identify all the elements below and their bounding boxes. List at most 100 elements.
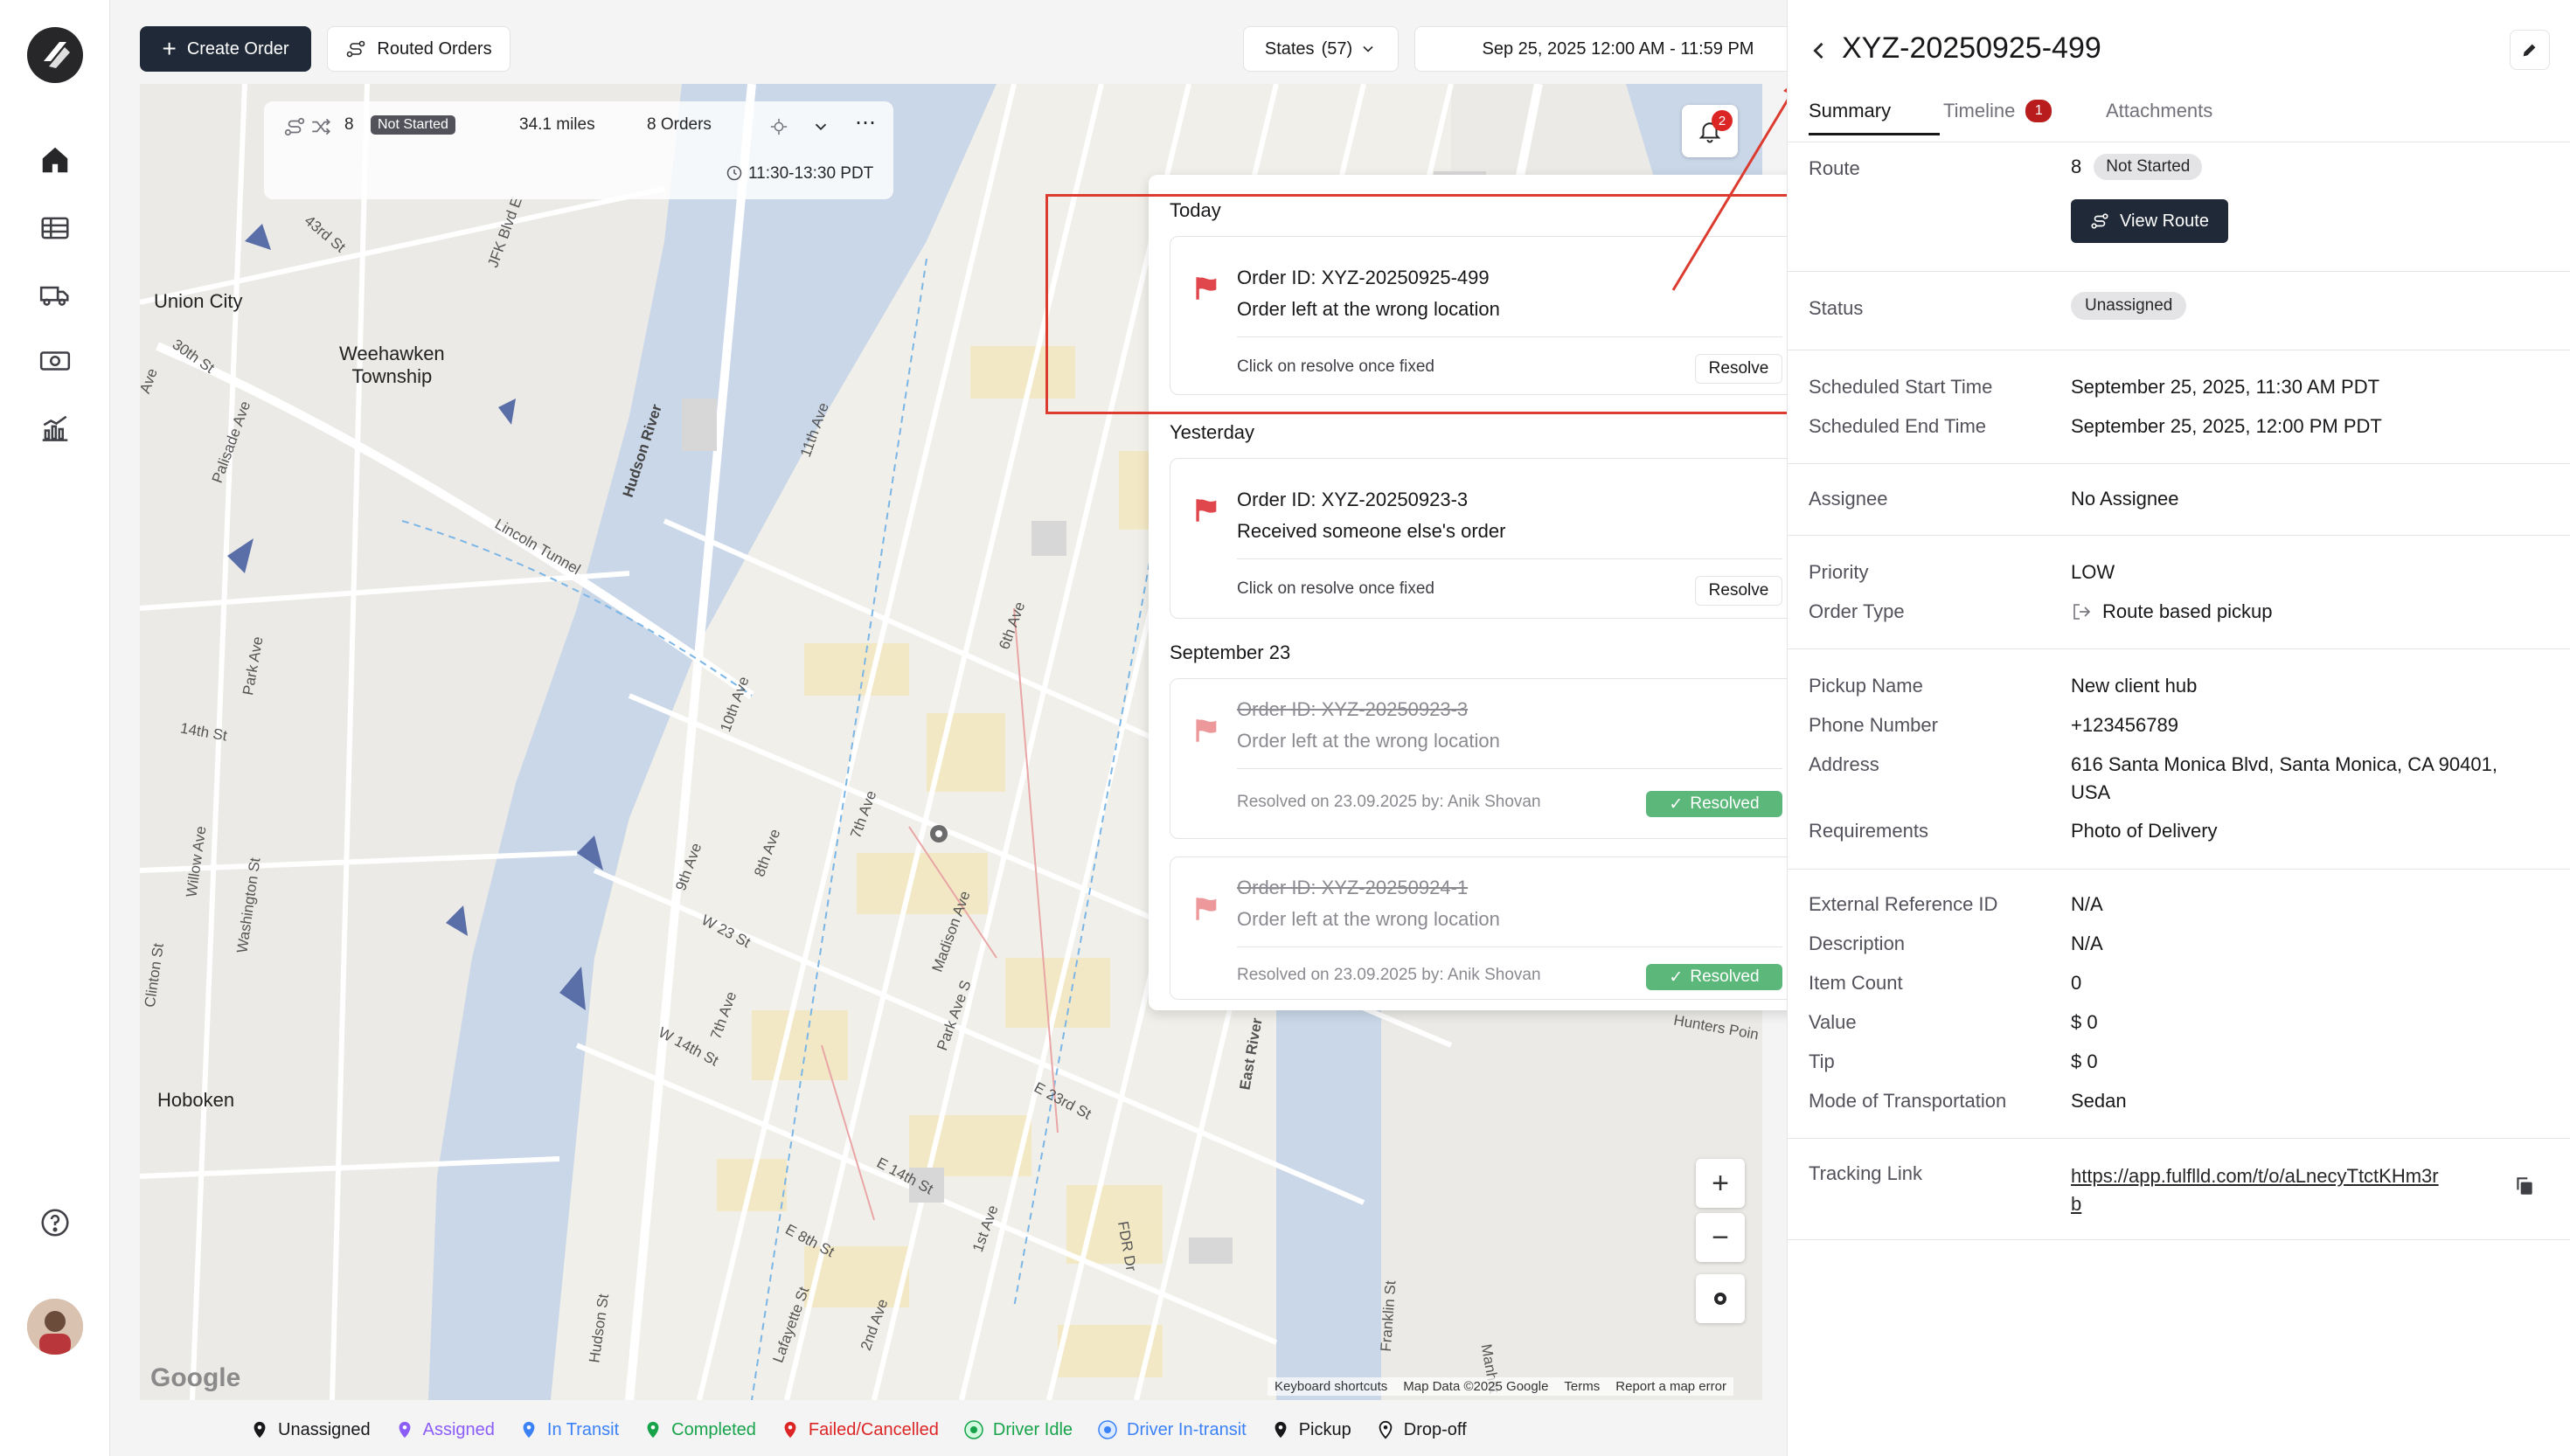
order-title: XYZ-20250925-499	[1842, 31, 2101, 65]
date-range-value: Sep 25, 2025 12:00 AM - 11:59 PM	[1482, 38, 1754, 59]
notification-resolved-info: Resolved on 23.09.2025 by: Anik Shovan	[1237, 793, 1541, 811]
pin-icon	[254, 1421, 266, 1439]
route-icon	[347, 40, 365, 58]
notifications-count-badge: 2	[1712, 110, 1733, 131]
route-number: 8	[2071, 156, 2082, 177]
view-route-button[interactable]: View Route	[2071, 199, 2228, 243]
pickup-name-label: Pickup Name	[1809, 675, 1923, 697]
notification-order-id[interactable]: Order ID: XYZ-20250924-1	[1237, 877, 1468, 899]
resolved-label: Resolved	[1690, 794, 1760, 813]
order-type-value: Route based pickup	[2071, 600, 2272, 623]
map-attribution: Keyboard shortcuts Map Data ©2025 Google…	[1268, 1377, 1733, 1396]
locate-icon[interactable]	[769, 117, 788, 136]
app-logo-icon[interactable]	[26, 26, 84, 84]
chevron-left-icon	[1813, 42, 1823, 59]
pickup-arrow-icon	[2073, 604, 2091, 620]
map-label-weehawken: Weehawken Township	[339, 343, 445, 388]
notification-hint: Click on resolve once fixed	[1237, 579, 1434, 598]
money-icon[interactable]	[33, 339, 77, 383]
flag-icon	[1196, 898, 1217, 920]
tab-summary[interactable]: Summary	[1809, 100, 1940, 135]
states-dropdown[interactable]: States (57)	[1243, 26, 1399, 72]
scheduled-start-label: Scheduled Start Time	[1809, 376, 1993, 398]
table-icon[interactable]	[33, 206, 77, 250]
back-button[interactable]	[1805, 35, 1833, 66]
help-icon[interactable]	[33, 1201, 77, 1245]
resolve-button[interactable]: Resolve	[1695, 576, 1782, 606]
more-options-icon[interactable]: ⋯	[855, 110, 876, 135]
analytics-icon[interactable]	[33, 407, 77, 451]
check-icon: ✓	[1669, 794, 1684, 814]
user-avatar[interactable]	[27, 1299, 83, 1355]
route-icon	[284, 117, 305, 136]
notification-message: Order left at the wrong location	[1237, 908, 1500, 930]
transport-mode-label: Mode of Transportation	[1809, 1090, 2007, 1112]
item-count-value: 0	[2071, 972, 2082, 994]
routed-orders-button[interactable]: Routed Orders	[327, 26, 511, 72]
notifications-bell-button[interactable]: 2	[1682, 105, 1738, 157]
legend-item: Failed/Cancelled	[781, 1420, 939, 1440]
route-summary-card[interactable]: 8 Not Started 34.1 miles 8 Orders ⋯ 11:3…	[264, 101, 893, 199]
map-area: + Create Order Routed Orders States (57)…	[110, 0, 1857, 1456]
create-order-button[interactable]: + Create Order	[140, 26, 311, 72]
tracking-link[interactable]: https://app.fulflld.com/t/o/aLnecyTtctKH…	[2071, 1162, 2439, 1218]
notification-card-resolved[interactable]: Order ID: XYZ-20250923-3 Order left at t…	[1170, 678, 1804, 839]
notification-card-resolved[interactable]: Order ID: XYZ-20250924-1 Order left at t…	[1170, 856, 1804, 1000]
tab-attachments[interactable]: Attachments	[2106, 100, 2212, 122]
transport-mode-value: Sedan	[2071, 1090, 2127, 1112]
states-label: States	[1264, 38, 1315, 59]
attribution-report-error[interactable]: Report a map error	[1615, 1379, 1726, 1394]
notification-order-id[interactable]: Order ID: XYZ-20250923-3	[1237, 489, 1468, 511]
notification-order-id[interactable]: Order ID: XYZ-20250923-3	[1237, 698, 1468, 721]
resolved-badge: ✓ Resolved	[1646, 791, 1782, 817]
address-line-2: USA	[2071, 781, 2111, 803]
attribution-keyboard-shortcuts[interactable]: Keyboard shortcuts	[1275, 1379, 1387, 1394]
map-pin	[930, 825, 948, 842]
legend-label: Failed/Cancelled	[808, 1419, 939, 1439]
notification-message: Received someone else's order	[1237, 520, 1506, 542]
legend-item: Driver In-transit	[1097, 1419, 1247, 1440]
tab-timeline[interactable]: Timeline 1	[1943, 100, 2053, 122]
attribution-terms[interactable]: Terms	[1564, 1379, 1600, 1394]
chevron-down-icon[interactable]	[811, 117, 830, 136]
order-type-text: Route based pickup	[2102, 600, 2273, 622]
copy-icon	[2517, 1177, 2532, 1195]
home-icon[interactable]	[33, 138, 77, 182]
pin-icon	[523, 1421, 535, 1439]
value-amount: $ 0	[2071, 1011, 2098, 1033]
zoom-in-button[interactable]: +	[1696, 1159, 1745, 1208]
tab-timeline-label: Timeline	[1943, 100, 2016, 121]
external-reference-value: N/A	[2071, 893, 2103, 915]
section-divider	[1788, 535, 2570, 536]
chevron-down-icon	[1363, 45, 1373, 52]
section-divider	[1788, 1138, 2570, 1139]
driver-dot-icon	[1098, 1420, 1117, 1439]
priority-label: Priority	[1809, 561, 1869, 583]
scheduled-start-value: September 25, 2025, 11:30 AM PDT	[2071, 376, 2380, 398]
legend-label: Unassigned	[278, 1419, 371, 1439]
check-icon: ✓	[1669, 967, 1684, 987]
gear-icon	[1714, 1293, 1726, 1305]
notification-message: Order left at the wrong location	[1237, 730, 1500, 752]
address-line-1: 616 Santa Monica Blvd, Santa Monica, CA …	[2071, 753, 2497, 775]
route-distance: 34.1 miles	[519, 115, 595, 134]
highlight-box	[1045, 194, 1832, 414]
zoom-out-button[interactable]: −	[1696, 1213, 1745, 1262]
scheduled-end-value: September 25, 2025, 12:00 PM PDT	[2071, 415, 2382, 437]
edit-button[interactable]	[2510, 30, 2550, 70]
date-range-picker[interactable]: Sep 25, 2025 12:00 AM - 11:59 PM	[1414, 26, 1822, 72]
copy-button[interactable]	[2510, 1171, 2539, 1201]
legend-label: Driver Idle	[992, 1419, 1073, 1439]
route-label: Route	[1809, 157, 1860, 179]
notification-card[interactable]: Order ID: XYZ-20250923-3 Received someon…	[1170, 458, 1804, 619]
map-label-hoboken: Hoboken	[157, 1089, 235, 1111]
route-status-pill: Not Started	[2094, 154, 2203, 180]
resolved-badge: ✓ Resolved	[1646, 964, 1782, 990]
notification-group-yesterday: Yesterday	[1170, 421, 1255, 443]
truck-icon[interactable]	[33, 273, 77, 316]
map-settings-button[interactable]	[1696, 1274, 1745, 1323]
notification-group-september-23: September 23	[1170, 641, 1291, 663]
assignee-label: Assignee	[1809, 488, 1888, 510]
section-divider	[1788, 1239, 2570, 1240]
status-pill: Unassigned	[2071, 292, 2187, 320]
